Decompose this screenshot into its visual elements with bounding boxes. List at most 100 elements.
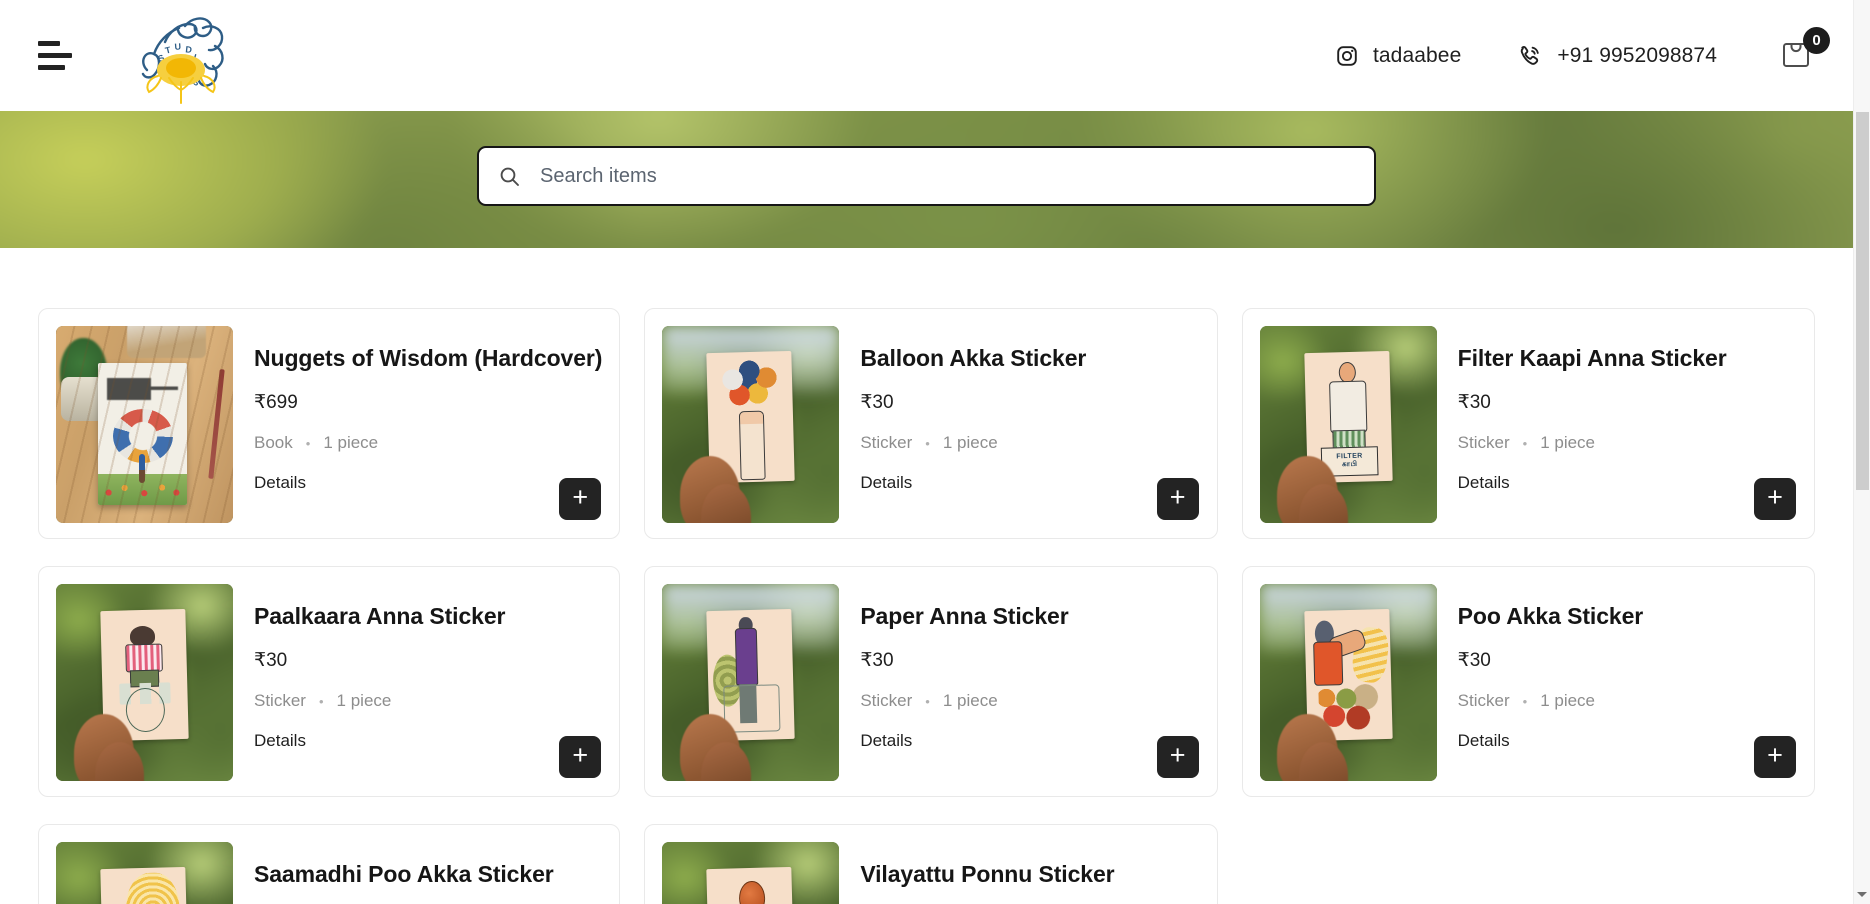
product-category: Book [254,433,293,453]
product-category: Sticker [1457,691,1510,711]
hamburger-menu-icon[interactable] [38,35,80,77]
book-cover [98,363,187,506]
product-details-link[interactable]: Details [860,731,912,751]
tadaabee-studios-logo[interactable]: S T U D I O S [125,6,237,106]
sticker-photo [662,584,840,781]
product-image-paalkaara-anna-sticker [56,584,233,781]
product-title: Paper Anna Sticker [860,604,1069,629]
svg-text:T: T [164,44,173,55]
product-image-book-on-desk [56,326,233,523]
cart-button[interactable]: 0 [1779,26,1830,76]
sticker-photo [56,842,233,904]
product-card[interactable]: Poo Akka Sticker ₹30 Sticker • 1 piece D… [1241,566,1815,797]
add-to-cart-button[interactable]: + [559,478,602,520]
desk-photo [56,326,233,523]
product-details-link[interactable]: Details [1458,473,1510,493]
product-title: Paalkaara Anna Sticker [254,604,506,629]
sign-line-1: FILTER [1335,452,1363,461]
sticker-paper [706,866,795,904]
instagram-link[interactable]: tadaabee [1335,44,1461,68]
product-card[interactable]: Paalkaara Anna Sticker ₹30 Sticker • 1 p… [38,566,621,797]
product-card[interactable]: Vilayattu Ponnu Sticker ₹30 Sticker • 1 … [644,824,1218,904]
figure-body [735,627,759,686]
add-to-cart-button[interactable]: + [1156,478,1199,520]
phone-call-icon [1517,43,1543,69]
sign-line-2: காபி [1341,460,1358,469]
product-card[interactable]: FILTER காபி Filter Kaapi Anna Sticker ₹3 [1241,308,1815,539]
product-price: ₹30 [1457,392,1491,414]
product-grid: Nuggets of Wisdom (Hardcover) ₹699 Book … [38,308,1815,904]
product-details-link[interactable]: Details [254,731,306,751]
scrollbar-thumb[interactable] [1856,112,1869,490]
product-quantity: 1 piece [1540,433,1596,453]
meta-separator-icon: • [1522,435,1528,451]
product-details-link[interactable]: Details [1458,731,1510,751]
product-category: Sticker [860,433,913,453]
bicycle-wheel [125,687,166,733]
search-icon [499,166,520,187]
desk-pencil [208,369,225,480]
product-info: Saamadhi Poo Akka Sticker ₹30 Sticker • … [254,842,602,904]
book-cover-flowers [98,474,187,506]
page-scrollbar[interactable] [1853,0,1870,904]
site-header: S T U D I O S [0,0,1853,111]
product-card[interactable]: Nuggets of Wisdom (Hardcover) ₹699 Book … [38,308,621,539]
sticker-paper [100,866,189,904]
product-details-link[interactable]: Details [860,473,912,493]
chevron-down-icon [1857,891,1867,897]
product-info: Paper Anna Sticker ₹30 Sticker • 1 piece… [860,584,1199,779]
product-card[interactable]: Saamadhi Poo Akka Sticker ₹30 Sticker • … [38,824,621,904]
product-info: Nuggets of Wisdom (Hardcover) ₹699 Book … [254,326,602,521]
add-to-cart-button[interactable]: + [1754,478,1796,520]
product-image-balloon-akka-sticker [662,326,840,523]
product-title: Balloon Akka Sticker [860,346,1087,371]
product-card[interactable]: Balloon Akka Sticker ₹30 Sticker • 1 pie… [644,308,1218,539]
svg-text:U: U [174,41,183,52]
sticker-photo [662,326,840,523]
meta-separator-icon: • [305,435,311,451]
product-price: ₹699 [254,392,298,414]
header-contact-links: tadaabee +91 9952098874 0 [1335,26,1830,76]
add-to-cart-button[interactable]: + [559,736,602,778]
sticker-photo [662,842,840,904]
add-to-cart-button[interactable]: + [1156,736,1199,778]
product-info: Paalkaara Anna Sticker ₹30 Sticker • 1 p… [254,584,602,779]
book-cover-swirl [112,408,173,463]
product-category: Sticker [254,691,306,711]
product-details-link[interactable]: Details [254,473,306,493]
book-cover-figure [139,454,146,483]
product-meta: Sticker • 1 piece [1458,433,1797,453]
product-info: Balloon Akka Sticker ₹30 Sticker • 1 pie… [860,326,1199,521]
product-meta: Book • 1 piece [254,433,602,453]
product-meta: Sticker • 1 piece [254,691,602,711]
sticker-photo [1259,584,1437,781]
add-to-cart-button[interactable]: + [1754,736,1796,778]
search-input[interactable] [540,164,1354,188]
meta-separator-icon: • [925,693,930,709]
sticker-photo: FILTER காபி [1259,326,1437,523]
ball [739,880,766,904]
hamburger-bar-3 [38,65,65,70]
instagram-icon [1335,44,1359,68]
product-image-saamadhi-poo-akka-sticker [56,842,233,904]
product-title: Vilayattu Ponnu Sticker [860,862,1115,887]
product-meta: Sticker • 1 piece [1458,691,1797,711]
product-title: Poo Akka Sticker [1457,604,1644,629]
product-info: Vilayattu Ponnu Sticker ₹30 Sticker • 1 … [860,842,1199,904]
product-info: Poo Akka Sticker ₹30 Sticker • 1 piece D… [1458,584,1797,779]
desk-plant [59,337,108,409]
bicycle [723,684,782,733]
meta-separator-icon: • [318,693,324,709]
product-card[interactable]: Paper Anna Sticker ₹30 Sticker • 1 piece… [644,566,1218,797]
phone-link[interactable]: +91 9952098874 [1517,43,1717,69]
vilayattu-ponnu-artwork [707,867,795,904]
desk-pot [61,377,104,421]
product-meta: Sticker • 1 piece [860,691,1199,711]
sticker-photo [56,584,233,781]
scrollbar-down-arrow-icon[interactable] [1854,886,1870,902]
figure-torso [1328,379,1368,433]
meta-separator-icon: • [925,435,930,451]
product-price: ₹30 [860,650,894,672]
product-image-paper-anna-sticker [662,584,840,781]
search-bar[interactable] [477,146,1376,206]
